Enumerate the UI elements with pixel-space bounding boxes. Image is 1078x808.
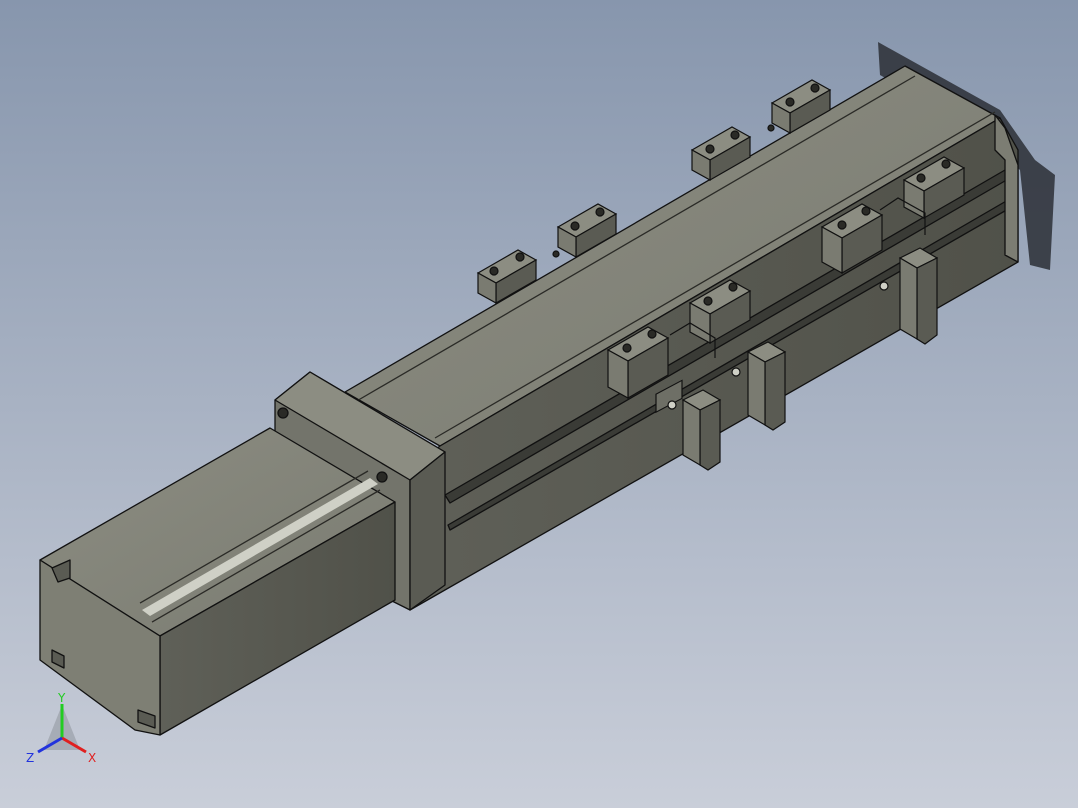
flange-bolt-hole xyxy=(277,407,289,419)
y-axis-label: Y xyxy=(57,691,66,705)
sensor-tab[interactable] xyxy=(879,281,889,291)
coordinate-triad: Y X Z xyxy=(26,691,96,765)
motor-flange-face[interactable] xyxy=(409,451,446,611)
cad-viewport[interactable]: Y X Z xyxy=(0,0,1078,808)
sensor-post[interactable] xyxy=(746,341,787,431)
flange-bolt-hole xyxy=(376,471,388,483)
linear-actuator-model[interactable] xyxy=(0,0,1078,808)
sensor-tab[interactable] xyxy=(731,367,741,377)
x-axis-label: X xyxy=(88,751,96,765)
sensor-post[interactable] xyxy=(898,247,939,345)
sensor-post[interactable] xyxy=(681,389,722,471)
z-axis-label: Z xyxy=(26,751,34,765)
